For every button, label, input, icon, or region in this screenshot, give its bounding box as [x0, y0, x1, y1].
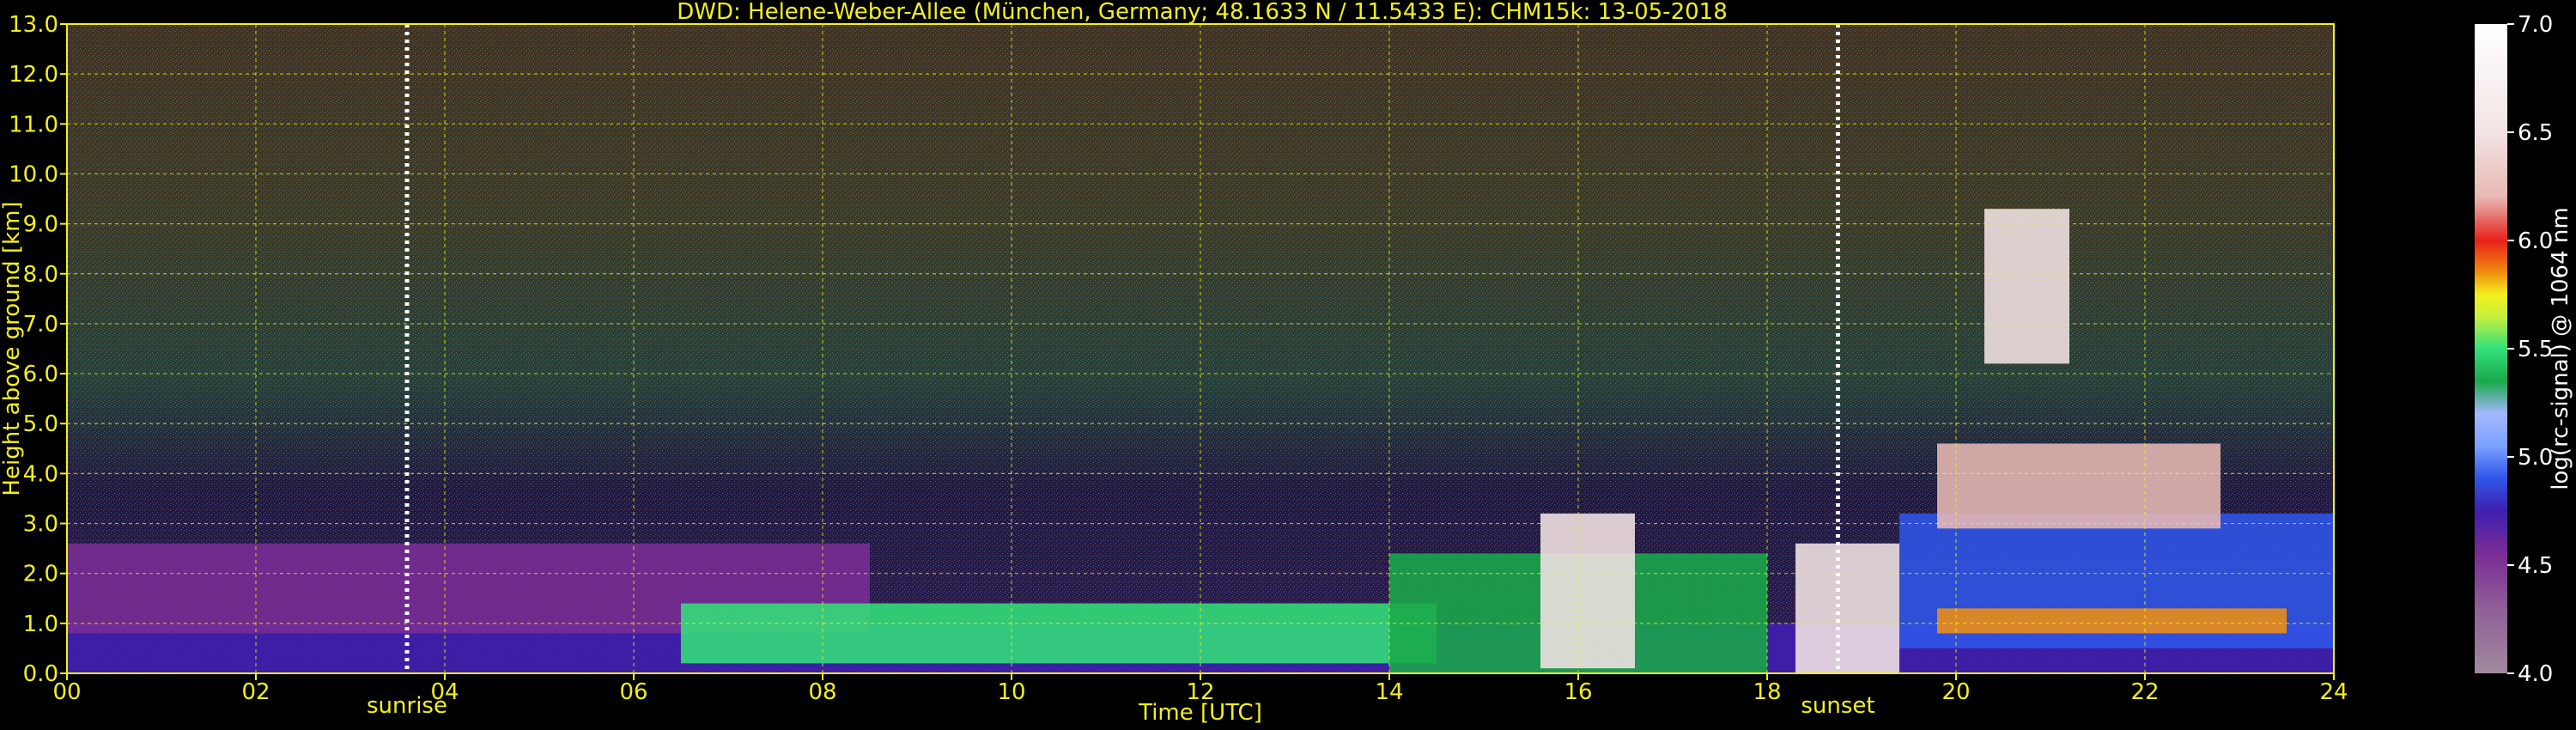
x-tick-label: 04 — [430, 679, 459, 705]
y-tick-label: 2.0 — [23, 562, 58, 587]
y-tick-label: 7.0 — [23, 312, 58, 338]
colorbar: 4.04.55.05.56.06.57.0 log(rc-signal) @ 1… — [2475, 12, 2573, 687]
y-tick-label: 0.0 — [23, 661, 58, 687]
colorbar-tick-label: 6.5 — [2518, 120, 2553, 146]
layer-evening-aerosol — [1937, 608, 2287, 634]
y-tick-label: 5.0 — [23, 411, 58, 437]
colorbar-tick-label: 4.5 — [2518, 553, 2553, 579]
x-tick-label: 20 — [1941, 679, 1970, 705]
y-tick-label: 9.0 — [23, 212, 58, 238]
y-tick-label: 11.0 — [9, 112, 58, 137]
colorbar-tick-label: 4.0 — [2518, 661, 2553, 687]
marker-label-sunset: sunset — [1801, 693, 1874, 719]
x-tick-label: 02 — [241, 679, 270, 705]
layer-mixed-layer-aerosol — [681, 603, 1437, 664]
colorbar-tick-label: 7.0 — [2518, 12, 2553, 38]
chart-title: DWD: Helene-Weber-Allee (München, German… — [677, 0, 1728, 25]
y-tick-label: 1.0 — [23, 611, 58, 637]
layer-cloud-20h — [1984, 209, 2069, 364]
y-tick-label: 13.0 — [9, 12, 58, 38]
y-tick-label: 4.0 — [23, 461, 58, 487]
x-tick-label: 24 — [2319, 679, 2348, 705]
layer-cloud-20h-top — [1937, 443, 2221, 529]
colorbar-ticks: 4.04.55.05.56.06.57.0 — [2507, 12, 2553, 687]
y-tick-label: 6.0 — [23, 362, 58, 387]
layer-low-cloud-16 — [1540, 513, 1635, 669]
x-tick-label: 06 — [619, 679, 647, 705]
x-tick-label: 14 — [1375, 679, 1403, 705]
colorbar-fill — [2475, 24, 2507, 673]
x-tick-label: 22 — [2130, 679, 2159, 705]
x-tick-label: 18 — [1753, 679, 1781, 705]
colorbar-label: log(rc-signal) @ 1064 nm — [2548, 207, 2573, 490]
x-axis-label: Time [UTC] — [1138, 700, 1262, 726]
y-tick-label: 8.0 — [23, 262, 58, 288]
plot-area: sunrise sunset — [66, 23, 2335, 719]
ceilometer-chart: DWD: Helene-Weber-Allee (München, German… — [0, 0, 2573, 726]
y-tick-label: 3.0 — [23, 512, 58, 538]
x-tick-label: 10 — [997, 679, 1025, 705]
layer-low-cloud-19 — [1795, 543, 1899, 673]
y-tick-label: 10.0 — [9, 161, 58, 187]
x-tick-label: 08 — [808, 679, 836, 705]
x-tick-label: 16 — [1564, 679, 1592, 705]
y-tick-label: 12.0 — [9, 62, 58, 88]
y-axis-label: Height above ground [km] — [0, 201, 25, 496]
